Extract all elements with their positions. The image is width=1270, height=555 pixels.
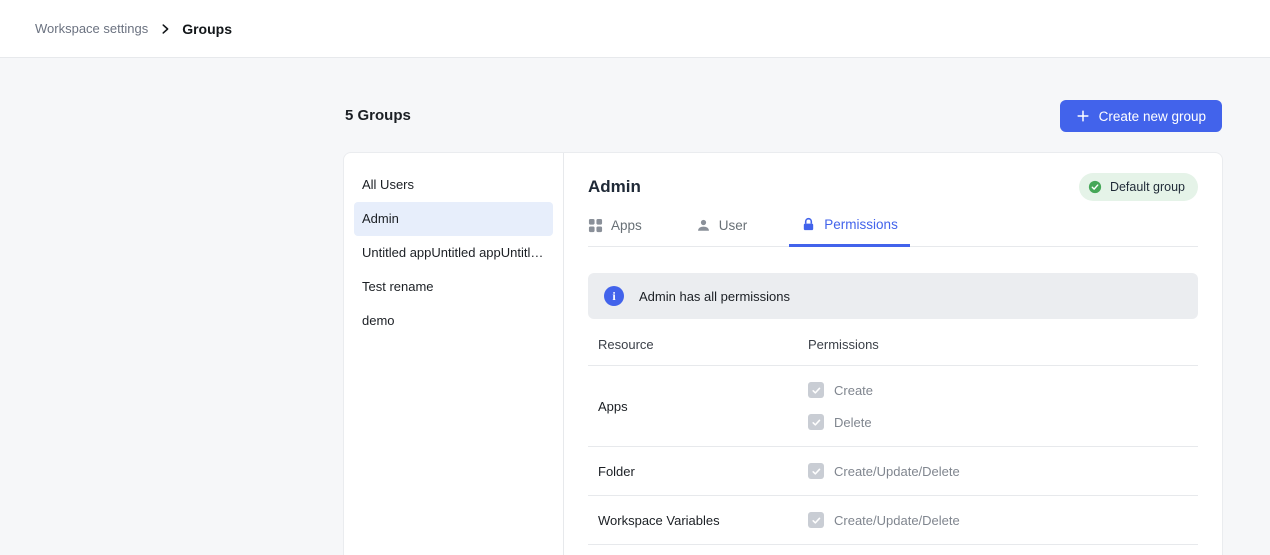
- group-list-item[interactable]: Admin: [354, 202, 553, 236]
- default-group-badge-label: Default group: [1110, 180, 1185, 194]
- column-header-resource: Resource: [598, 337, 808, 352]
- breadcrumb-workspace-settings[interactable]: Workspace settings: [35, 21, 148, 36]
- permission-option: Create/Update/Delete: [808, 512, 1198, 528]
- groups-count: 5 Groups: [345, 107, 411, 124]
- tab-label: Permissions: [824, 217, 898, 232]
- permission-label: Delete: [834, 415, 872, 430]
- tab-label: User: [719, 218, 748, 233]
- permission-label: Create/Update/Delete: [834, 464, 960, 479]
- group-detail: Admin Default group AppsUserPermissions …: [564, 153, 1222, 555]
- group-list-item[interactable]: demo: [354, 304, 553, 338]
- checkbox-checked-icon[interactable]: [808, 414, 824, 430]
- permission-option: Create: [808, 382, 1198, 398]
- tab-user[interactable]: User: [684, 217, 760, 246]
- group-list-item[interactable]: All Users: [354, 168, 553, 202]
- tab-label: Apps: [611, 218, 642, 233]
- apps-grid-icon: [588, 218, 603, 233]
- permission-label: Create/Update/Delete: [834, 513, 960, 528]
- resource-name: Folder: [598, 464, 808, 479]
- resource-name: Apps: [598, 399, 808, 414]
- resource-name: Workspace Variables: [598, 513, 808, 528]
- info-icon: i: [604, 286, 624, 306]
- permission-option: Delete: [808, 414, 1198, 430]
- permissions-banner: i Admin has all permissions: [588, 273, 1198, 319]
- table-row: Workspace Variables Create/Update/Delete: [588, 496, 1198, 545]
- checkbox-checked-icon[interactable]: [808, 463, 824, 479]
- table-row: Apps Create Delete: [588, 366, 1198, 447]
- plus-icon: [1076, 109, 1090, 123]
- permissions-table-header: Resource Permissions: [588, 337, 1198, 366]
- group-detail-header: Admin Default group: [588, 173, 1198, 201]
- permissions-table-body: Apps Create Delete Folder Create/Update/Dele…: [588, 366, 1198, 545]
- group-list-item[interactable]: Test rename: [354, 270, 553, 304]
- tab-permissions[interactable]: Permissions: [789, 217, 910, 247]
- permissions-banner-text: Admin has all permissions: [639, 289, 790, 304]
- breadcrumb: Workspace settings Groups: [35, 21, 232, 37]
- group-title: Admin: [588, 177, 641, 197]
- checkbox-checked-icon[interactable]: [808, 382, 824, 398]
- tab-apps[interactable]: Apps: [588, 217, 654, 246]
- permissions-cell: Create/Update/Delete: [808, 512, 1198, 528]
- lock-icon: [801, 217, 816, 232]
- chevron-right-icon: [158, 22, 172, 36]
- page: Workspace settings Groups 5 Groups Creat…: [0, 0, 1270, 555]
- tab-bar: Apps User Permissions: [588, 217, 1198, 247]
- permissions-cell: Create/Update/Delete: [808, 463, 1198, 479]
- permissions-table: Resource Permissions Apps Create Delete Fol…: [588, 337, 1198, 545]
- groups-card: All UsersAdminUntitled appUntitled appUn…: [343, 152, 1223, 555]
- permission-option: Create/Update/Delete: [808, 463, 1198, 479]
- check-circle-icon: [1088, 180, 1102, 194]
- permission-label: Create: [834, 383, 873, 398]
- column-header-permissions: Permissions: [808, 337, 1198, 352]
- user-icon: [696, 218, 711, 233]
- permissions-cell: Create Delete: [808, 382, 1198, 430]
- default-group-badge: Default group: [1079, 173, 1198, 201]
- create-group-button[interactable]: Create new group: [1060, 100, 1222, 132]
- group-list-item[interactable]: Untitled appUntitled appUntitle…: [354, 236, 553, 270]
- breadcrumb-current: Groups: [182, 21, 232, 37]
- group-list: All UsersAdminUntitled appUntitled appUn…: [344, 153, 564, 555]
- table-row: Folder Create/Update/Delete: [588, 447, 1198, 496]
- checkbox-checked-icon[interactable]: [808, 512, 824, 528]
- topbar: Workspace settings Groups: [0, 0, 1270, 58]
- create-group-button-label: Create new group: [1099, 109, 1206, 124]
